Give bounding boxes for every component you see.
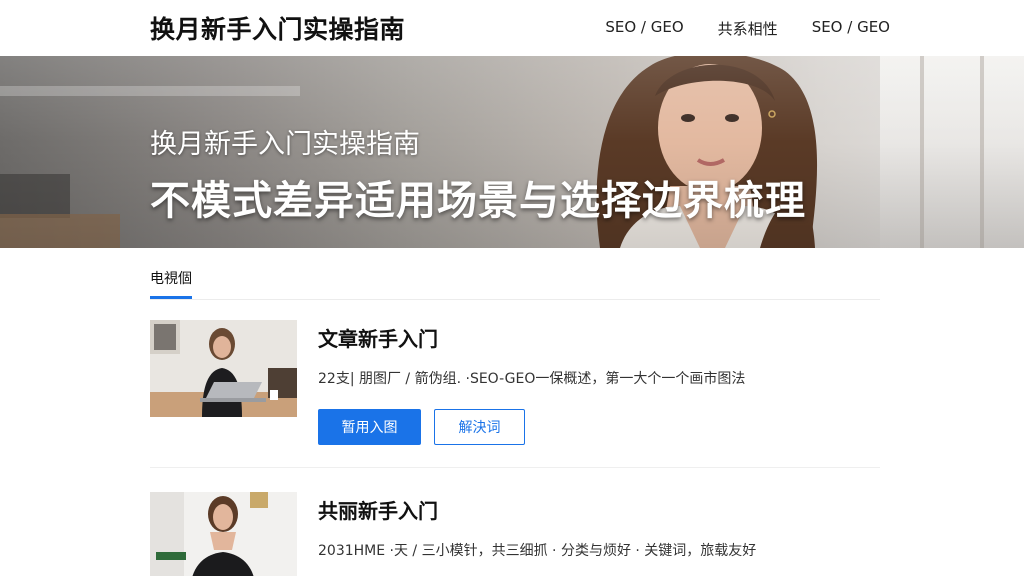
secondary-action-button[interactable]: 解決词 — [434, 409, 525, 445]
nav-link-seo-geo-2[interactable]: SEO / GEO — [812, 18, 890, 39]
section-tab-row: 电視個 — [150, 268, 880, 300]
hero-banner: 换月新手入门实操指南 不模式差异适用场景与选择边界梳理 — [0, 56, 1024, 248]
article-thumbnail[interactable] — [150, 492, 297, 576]
article-card: 文章新手入门 22支| 朋图厂 / 箭伪组. ·SEO-GEO一保概述，第一大个… — [150, 320, 880, 468]
nav-link-compatibility[interactable]: 共系相性 — [718, 18, 778, 39]
hero-title: 不模式差异适用场景与选择边界梳理 — [150, 178, 806, 224]
article-meta: 2031HME ·天 / 三小模针，共三细抓 · 分类与烦好 · 关键词，旅载友… — [318, 543, 757, 559]
primary-action-button[interactable]: 暂用入图 — [318, 409, 421, 445]
tab-active[interactable]: 电視個 — [150, 268, 192, 299]
nav-link-seo-geo[interactable]: SEO / GEO — [605, 18, 683, 39]
site-title[interactable]: 换月新手入门实操指南 — [150, 10, 405, 46]
article-card: 共丽新手入门 2031HME ·天 / 三小模针，共三细抓 · 分类与烦好 · … — [150, 492, 880, 576]
article-title[interactable]: 共丽新手入门 — [318, 495, 438, 524]
woman-portrait-image — [150, 492, 297, 576]
top-header: 换月新手入门实操指南 SEO / GEO 共系相性 SEO / GEO — [0, 0, 1024, 56]
woman-laptop-image — [150, 320, 297, 417]
article-meta: 22支| 朋图厂 / 箭伪组. ·SEO-GEO一保概述，第一大个一个画市图法 — [318, 371, 746, 387]
hero-subtitle: 换月新手入门实操指南 — [150, 129, 420, 160]
article-title[interactable]: 文章新手入门 — [318, 323, 438, 352]
main-nav: SEO / GEO 共系相性 SEO / GEO — [605, 18, 890, 39]
article-thumbnail[interactable] — [150, 320, 297, 417]
